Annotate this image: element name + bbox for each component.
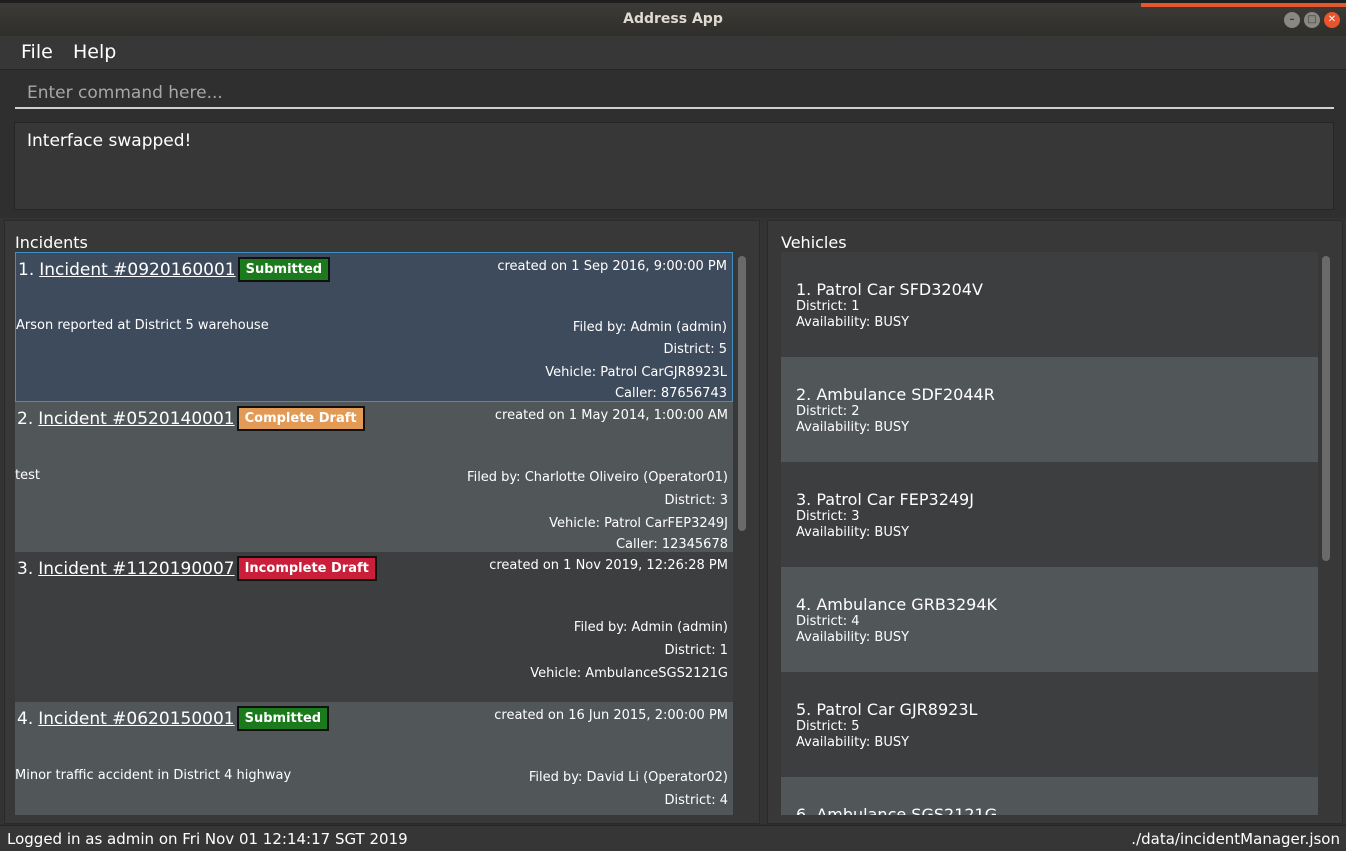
incident-card[interactable]: 3. Incident #1120190007 Incomplete Draft… [15,552,733,702]
incident-district: District: 5 [663,342,727,357]
vehicle-card[interactable]: 6. Ambulance SGS2121G [781,777,1318,815]
vehicle-availability: Availability: BUSY [796,420,910,435]
vehicle-card[interactable]: 2. Ambulance SDF2044R District: 2 Availa… [781,357,1318,462]
vehicle-availability: Availability: BUSY [796,735,910,750]
incident-created: created on 1 Nov 2019, 12:26:28 PM [489,558,728,573]
incident-vehicle: Vehicle: Patrol CarGJR8923L [545,365,727,380]
incident-scrollbar[interactable] [738,256,746,816]
incident-scrollbar-thumb[interactable] [738,256,746,531]
command-input[interactable] [15,80,1346,106]
incident-district: District: 4 [664,793,728,808]
incident-caller: Caller: 12345678 [615,537,728,552]
vehicle-district: District: 3 [796,509,860,524]
status-badge: Complete Draft [236,406,365,431]
vehicle-district: District: 2 [796,404,860,419]
command-box [15,80,1346,109]
incident-index: 3. [17,558,34,579]
close-icon[interactable]: ✕ [1324,12,1340,28]
window-titlebar: Address App – □ ✕ [0,0,1346,36]
vehicle-title: 1. Patrol Car SFD3204V [796,280,983,299]
incident-header: 3. Incident #1120190007 Incomplete Draft [17,556,377,581]
incident-created: created on 1 May 2014, 1:00:00 AM [494,408,728,423]
status-badge: Submitted [237,257,331,282]
vehicle-title: 3. Patrol Car FEP3249J [796,490,974,509]
incident-card[interactable]: 4. Incident #0620150001 Submitted create… [15,702,733,815]
status-badge: Incomplete Draft [236,556,377,581]
incidents-panel: Incidents 1. Incident #0920160001 Submit… [4,220,760,824]
vehicle-card[interactable]: 5. Patrol Car GJR8923L District: 5 Avail… [781,672,1318,777]
maximize-icon[interactable]: □ [1304,12,1320,28]
vehicle-title: 5. Patrol Car GJR8923L [796,700,978,719]
status-bar: Logged in as admin on Fri Nov 01 12:14:1… [0,825,1346,851]
incident-id[interactable]: Incident #0620150001 [38,709,234,729]
incident-id[interactable]: Incident #0520140001 [38,409,234,429]
incidents-title: Incidents [15,233,88,252]
incident-vehicle: Vehicle: Patrol CarFEP3249J [549,516,728,531]
minimize-icon[interactable]: – [1284,12,1300,28]
vehicle-card[interactable]: 3. Patrol Car FEP3249J District: 3 Avail… [781,462,1318,567]
vehicle-scrollbar[interactable] [1322,256,1330,816]
incident-description: Arson reported at District 5 warehouse [16,318,269,333]
incident-card[interactable]: 2. Incident #0520140001 Complete Draft c… [15,402,733,552]
vehicle-district: District: 5 [796,719,860,734]
result-display: Interface swapped! [14,122,1334,210]
incident-description: test [15,468,40,483]
incident-card[interactable]: 1. Incident #0920160001 Submitted create… [15,252,733,402]
vehicle-district: District: 4 [796,614,860,629]
status-login: Logged in as admin on Fri Nov 01 12:14:1… [7,830,408,848]
vehicle-title: 4. Ambulance GRB3294K [796,595,997,614]
vehicle-title: 2. Ambulance SDF2044R [796,385,995,404]
main-panels: Incidents 1. Incident #0920160001 Submit… [0,218,1346,824]
incident-filed-by: Filed by: Charlotte Oliveiro (Operator01… [467,470,728,485]
vehicle-list: 1. Patrol Car SFD3204V District: 1 Avail… [781,252,1318,815]
status-file-path: ./data/incidentManager.json [1131,830,1340,848]
menu-help[interactable]: Help [73,41,116,63]
titlebar-accent [1141,3,1346,7]
incident-id[interactable]: Incident #1120190007 [38,559,234,579]
vehicle-availability: Availability: BUSY [796,525,910,540]
incident-district: District: 1 [664,643,728,658]
incident-description: Minor traffic accident in District 4 hig… [15,768,292,783]
window-controls: – □ ✕ [1284,12,1340,28]
incident-filed-by: Filed by: Admin (admin) [572,320,727,335]
incident-created: created on 16 Jun 2015, 2:00:00 PM [494,708,728,723]
incident-district: District: 3 [664,493,728,508]
vehicle-district: District: 1 [796,299,860,314]
vehicles-panel: Vehicles 1. Patrol Car SFD3204V District… [767,220,1343,824]
window-title: Address App [623,11,723,27]
incident-index: 4. [17,708,34,729]
result-text: Interface swapped! [27,131,192,151]
incident-index: 2. [17,408,34,429]
incident-index: 1. [18,259,35,280]
vehicle-availability: Availability: BUSY [796,315,910,330]
incident-header: 1. Incident #0920160001 Submitted [18,257,331,282]
vehicles-title: Vehicles [781,233,847,252]
incident-created: created on 1 Sep 2016, 9:00:00 PM [497,259,727,274]
incident-filed-by: Filed by: Admin (admin) [573,620,728,635]
incident-header: 4. Incident #0620150001 Submitted [17,706,330,731]
menu-bar: File Help [0,36,1346,70]
vehicle-scrollbar-thumb[interactable] [1322,256,1330,561]
menu-file[interactable]: File [21,41,53,63]
incident-vehicle: Vehicle: AmbulanceSGS2121G [530,666,728,681]
incident-list: 1. Incident #0920160001 Submitted create… [15,252,733,815]
vehicle-card[interactable]: 4. Ambulance GRB3294K District: 4 Availa… [781,567,1318,672]
status-badge: Submitted [236,706,330,731]
incident-header: 2. Incident #0520140001 Complete Draft [17,406,365,431]
vehicle-availability: Availability: BUSY [796,630,910,645]
incident-filed-by: Filed by: David Li (Operator02) [528,770,728,785]
vehicle-title: 6. Ambulance SGS2121G [796,805,998,815]
incident-id[interactable]: Incident #0920160001 [39,260,235,280]
incident-caller: Caller: 87656743 [614,386,727,401]
vehicle-card[interactable]: 1. Patrol Car SFD3204V District: 1 Avail… [781,252,1318,357]
